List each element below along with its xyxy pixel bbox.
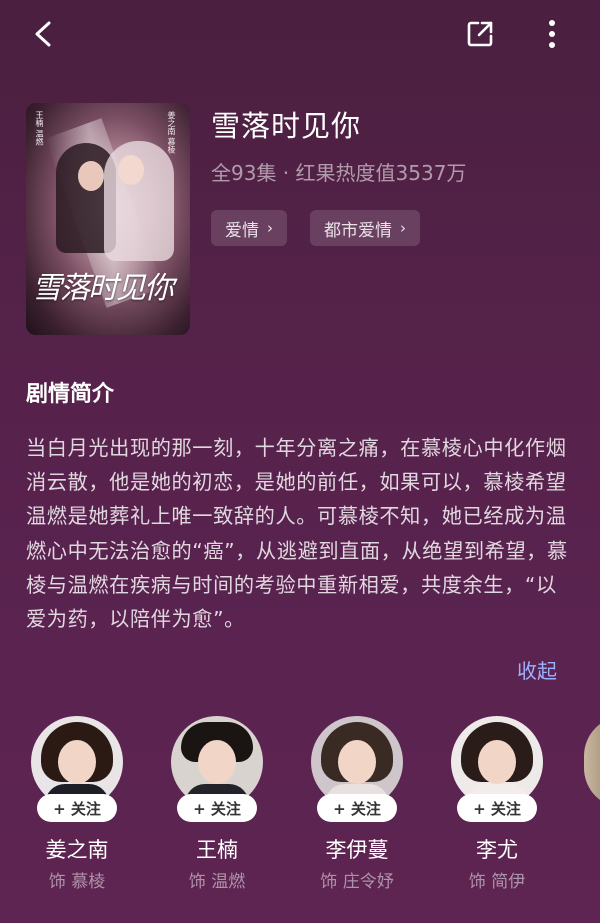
tag-label: 爱情 [225, 220, 259, 241]
top-bar [0, 0, 600, 70]
cast-role: 饰 慕棱 [48, 872, 106, 892]
avatar-face [338, 740, 376, 784]
avatar-face [58, 740, 96, 784]
cast-next-avatar[interactable] [584, 716, 600, 808]
show-meta: 全93集 · 红果热度值3537万 [211, 161, 467, 185]
synopsis-heading: 剧情简介 [26, 382, 115, 407]
cast-role: 饰 简伊 [468, 872, 526, 892]
poster-logo: 雪落时见你 [32, 271, 174, 306]
follow-button[interactable]: + 关注 [37, 794, 117, 822]
collapse-button[interactable]: 收起 [517, 655, 557, 684]
chevron-left-icon[interactable] [24, 14, 64, 54]
follow-button[interactable]: + 关注 [457, 794, 537, 822]
cast-role: 饰 温燃 [188, 872, 246, 892]
share-icon[interactable] [460, 14, 500, 54]
follow-button[interactable]: + 关注 [317, 794, 397, 822]
more-vertical-icon[interactable] [532, 14, 572, 54]
chevron-right-icon: › [400, 219, 406, 237]
show-title: 雪落时见你 [211, 109, 362, 143]
poster-credit-left: 王楠 温燃 [35, 111, 44, 146]
tag-label: 都市爱情 [324, 220, 392, 241]
poster-credit-right: 姜之南 慕棱 [167, 111, 176, 154]
follow-button[interactable]: + 关注 [177, 794, 257, 822]
tag-urban-romance[interactable]: 都市爱情 › [310, 210, 420, 246]
avatar-face [478, 740, 516, 784]
cast-name: 王楠 [196, 838, 238, 862]
poster-image[interactable]: 王楠 温燃 姜之南 慕棱 雪落时见你 [26, 103, 190, 335]
chevron-right-icon: › [267, 219, 273, 237]
cast-name: 李尤 [476, 838, 518, 862]
tag-romance[interactable]: 爱情 › [211, 210, 287, 246]
cast-list: + 关注 姜之南 饰 慕棱 + 关注 王楠 饰 温燃 + 关注 李伊蔓 饰 庄令… [0, 712, 600, 912]
cast-name: 李伊蔓 [325, 838, 389, 862]
poster-face-left [78, 161, 104, 191]
cast-role: 饰 庄令妤 [320, 872, 394, 892]
avatar-face [198, 740, 236, 784]
cast-name: 姜之南 [45, 838, 109, 862]
synopsis-text: 当白月光出现的那一刻，十年分离之痛，在慕棱心中化作烟消云散，他是她的初恋，是她的… [26, 436, 568, 632]
poster-face-right [118, 155, 144, 185]
